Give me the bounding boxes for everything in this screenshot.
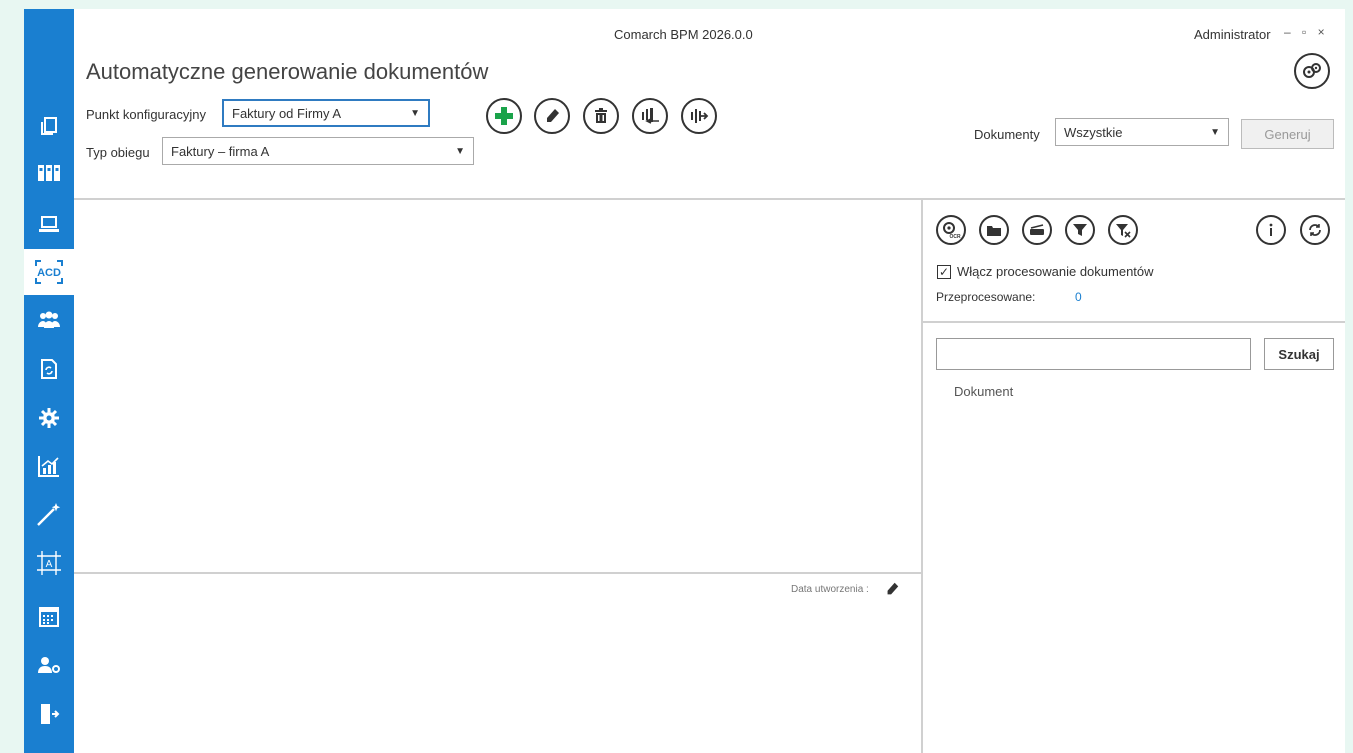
processed-label: Przeprocesowane: [936,290,1036,304]
clear-filter-button[interactable] [1108,215,1138,245]
sidebar-item-wizard[interactable] [24,491,74,537]
chevron-down-icon: ▼ [1210,126,1220,138]
ocr-icon: OCR [943,222,961,240]
sidebar-item-reports[interactable] [24,443,74,489]
acd-text: ACD [37,267,61,279]
refresh-icon [1309,224,1321,236]
scanner-icon [1030,224,1044,235]
sidebar-item-binders[interactable] [24,150,74,196]
chart-icon [38,456,59,477]
filter-icon [1073,224,1087,236]
sidebar-item-user-settings[interactable] [24,642,74,688]
page-title: Automatyczne generowanie dokumentów [86,59,489,84]
sidebar-item-laptop[interactable] [24,201,74,247]
generate-button[interactable]: Generuj [1241,119,1334,149]
add-button[interactable] [486,98,522,134]
sidebar-item-exit[interactable] [24,691,74,737]
current-user[interactable]: Administrator [1194,27,1271,42]
user-settings-icon [38,657,60,673]
bottom-panel-divider [74,572,921,574]
config-point-value: Faktury od Firmy A [232,105,342,121]
import-icon [642,108,659,124]
magic-wand-icon [37,503,61,526]
created-date-label: Data utworzenia : [791,584,869,595]
filter-button[interactable] [1065,215,1095,245]
sidebar-item-copy[interactable] [24,103,74,149]
chevron-down-icon: ▼ [410,107,420,119]
clear-filter-icon [1116,224,1131,238]
info-button[interactable] [1256,215,1286,245]
config-point-label: Punkt konfiguracyjny [86,107,206,122]
processing-checkbox-label: Włącz procesowanie dokumentów [957,264,1154,279]
laptop-icon [39,216,59,232]
documents-select[interactable]: Wszystkie ▼ [1055,118,1229,146]
import-button[interactable] [632,98,668,134]
export-button[interactable] [681,98,717,134]
edit-date-button[interactable] [884,581,900,602]
crop-text-icon: A [37,551,61,575]
delete-button[interactable] [583,98,619,134]
panel-divider [921,198,923,753]
users-icon [38,311,60,328]
window-title: Comarch BPM 2026.0.0 [614,27,753,42]
window-controls[interactable]: – ▫ × [1284,25,1329,39]
documents-list-area[interactable] [74,200,921,572]
right-panel-divider [923,321,1345,323]
export-icon [691,109,709,123]
info-icon [1269,223,1273,236]
scan-button[interactable] [1022,215,1052,245]
sidebar: ACD A [24,9,74,753]
open-folder-button[interactable] [979,215,1009,245]
workflow-type-label: Typ obiegu [86,145,150,160]
sidebar-item-users[interactable] [24,297,74,343]
gear-icon [39,408,59,428]
document-sync-icon [41,359,57,379]
checkmark-icon: ✓ [938,265,950,279]
processing-checkbox[interactable]: ✓ [937,265,951,279]
exit-icon [41,704,60,724]
binders-icon [38,165,60,181]
copy-icon [41,117,57,135]
documents-value: Wszystkie [1064,124,1123,140]
gears-icon [1303,63,1321,78]
app-window: ACD A Comarch BPM 2026.0.0 Administrator… [24,9,1345,753]
sidebar-item-document-sync[interactable] [24,346,74,392]
settings-button[interactable] [1294,53,1330,89]
sidebar-item-calendar[interactable] [24,594,74,640]
refresh-button[interactable] [1300,215,1330,245]
ocr-button[interactable]: OCR [936,215,966,245]
edit-button[interactable] [534,98,570,134]
delete-icon [595,108,607,123]
search-button[interactable]: Szukaj [1264,338,1334,370]
folder-icon [987,226,1001,236]
config-point-select[interactable]: Faktury od Firmy A ▼ [222,99,430,127]
edit-icon [547,109,559,122]
search-input[interactable] [936,338,1251,370]
ocr-acd-icon: ACD [35,260,63,284]
sidebar-item-settings[interactable] [24,395,74,441]
chevron-down-icon: ▼ [455,145,465,157]
workflow-type-select[interactable]: Faktury – firma A ▼ [162,137,474,165]
workflow-type-value: Faktury – firma A [171,143,270,159]
svg-text:OCR: OCR [949,234,961,240]
edit-icon [887,582,899,595]
crop-text-letter: A [46,559,53,570]
sidebar-item-acd[interactable]: ACD [24,249,74,295]
documents-label: Dokumenty [974,127,1040,142]
add-icon [495,107,513,125]
processed-count: 0 [1075,290,1082,304]
calendar-icon [39,607,59,627]
sidebar-item-crop-text[interactable]: A [24,540,74,586]
document-column-header[interactable]: Dokument [954,384,1013,399]
